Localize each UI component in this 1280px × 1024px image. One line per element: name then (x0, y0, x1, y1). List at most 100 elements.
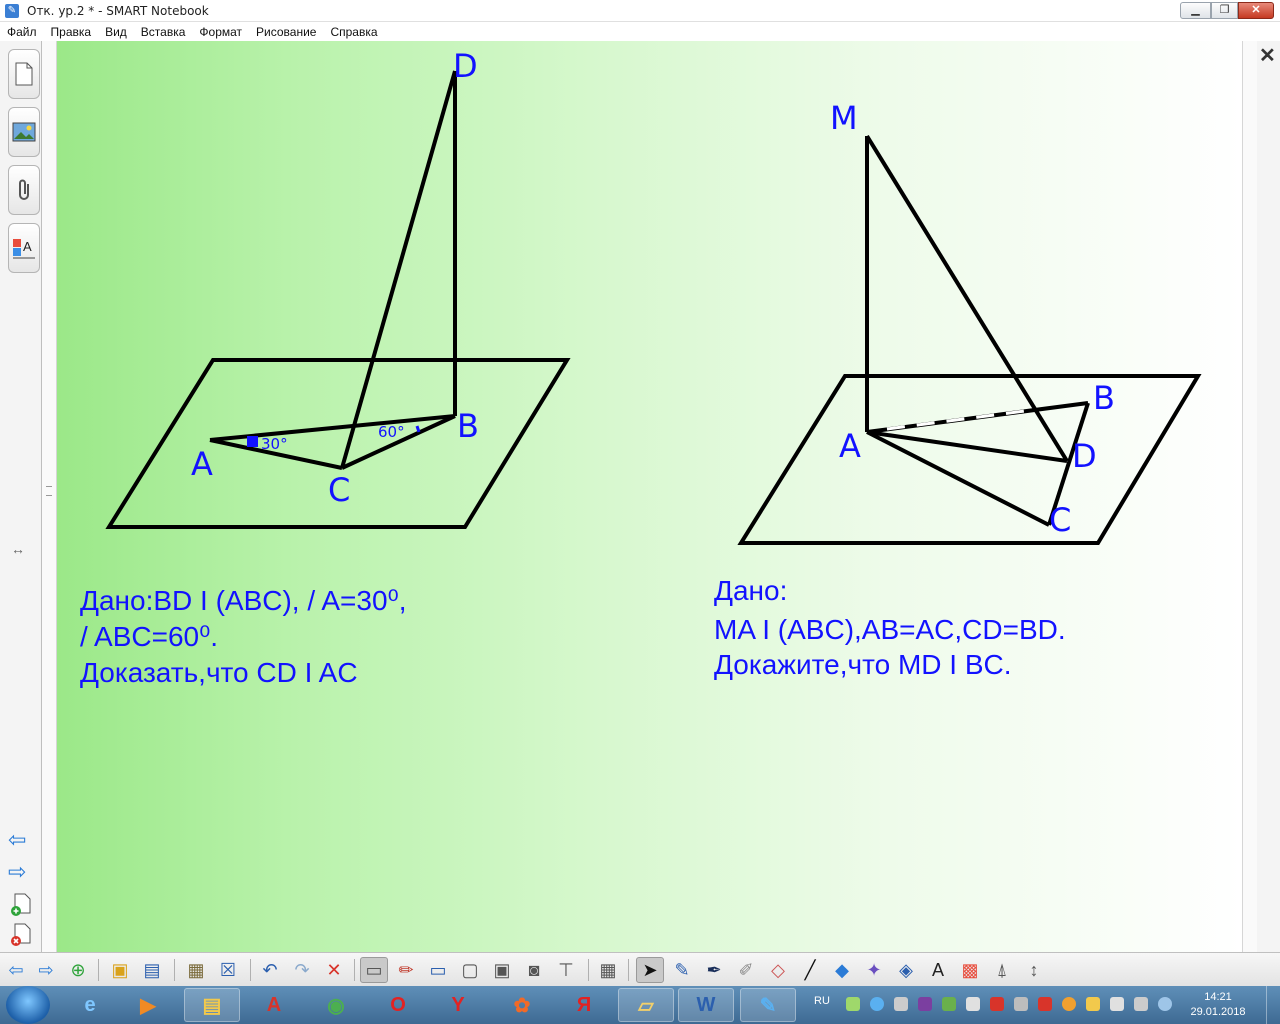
capture-icon[interactable]: ⊤ (552, 957, 580, 983)
scroll-grip (46, 486, 52, 496)
notebook-page-canvas[interactable]: D A B C 30° 60° Дано:BD I (ABC), / A=30⁰… (57, 41, 1242, 952)
menu-file[interactable]: Файл (0, 25, 44, 39)
minimize-button[interactable]: ▁ (1180, 2, 1211, 19)
left-scrollbar[interactable] (42, 41, 57, 952)
properties-icon[interactable]: ▩ (956, 957, 984, 983)
tray-flag-icon[interactable] (1038, 997, 1052, 1011)
close-pane-icon[interactable]: ✕ (1259, 43, 1276, 68)
media-app-icon[interactable]: ✿ (494, 988, 550, 1022)
menu-insert[interactable]: Вставка (134, 25, 193, 39)
figure2-segments (865, 134, 1090, 527)
keyboard-language[interactable]: RU (814, 995, 830, 1007)
move-toolbar-icon[interactable]: ↕ (1020, 957, 1048, 983)
tray-device-icon[interactable] (1014, 997, 1028, 1011)
maximize-button[interactable]: ❐ (1211, 2, 1238, 19)
new-page-icon[interactable]: ⊕ (64, 957, 92, 983)
menu-edit[interactable]: Правка (44, 25, 99, 39)
figure2-given-line: MA I (ABC),AB=AC,CD=BD. (714, 614, 1066, 645)
page-sorter-tab[interactable] (8, 49, 40, 99)
gallery-icon (12, 122, 36, 142)
gallery-tab[interactable] (8, 107, 40, 157)
app-icon: ✎ (5, 3, 19, 18)
tray-volume-icon[interactable] (966, 997, 980, 1011)
fill-icon[interactable]: ◈ (892, 957, 920, 983)
tray-speaker-icon[interactable] (1110, 997, 1124, 1011)
pdf-reader-icon[interactable]: A (246, 988, 302, 1022)
tray-keyboard-icon[interactable] (1134, 997, 1148, 1011)
figure1-label-b: B (457, 407, 479, 445)
tray-monitor-icon[interactable] (894, 997, 908, 1011)
figure1-given-line1: Дано:BD I (ABC), / A=30⁰, (80, 585, 407, 616)
camera-icon[interactable]: ◙ (520, 957, 548, 983)
next-page-icon[interactable]: ⇨ (8, 859, 26, 885)
tray-network-icon[interactable] (846, 997, 860, 1011)
back-icon[interactable]: ⇦ (2, 957, 30, 983)
delete-page-icon[interactable] (10, 923, 32, 952)
forward-icon[interactable]: ⇨ (32, 957, 60, 983)
tray-globe-icon[interactable] (1158, 997, 1172, 1011)
tray-app-icon[interactable] (870, 997, 884, 1011)
close-button[interactable]: ✕ (1238, 2, 1274, 19)
tray-onenote-icon[interactable] (918, 997, 932, 1011)
screen-shade-icon[interactable]: ▭ (360, 957, 388, 983)
yandex-browser-icon[interactable]: Y (430, 988, 486, 1022)
clock-time: 14:21 (1204, 991, 1232, 1003)
line-icon[interactable]: ╱ (796, 957, 824, 983)
creative-pen-icon[interactable]: ✒ (700, 957, 728, 983)
eraser-icon[interactable]: ◇ (764, 957, 792, 983)
redo-icon[interactable]: ↷ (288, 957, 316, 983)
show-desktop-button[interactable] (1266, 986, 1280, 1024)
paste-icon[interactable]: ▦ (182, 957, 210, 983)
properties-tab[interactable]: A (8, 223, 40, 273)
text-icon[interactable]: A (924, 957, 952, 983)
yandex-icon[interactable]: Я (556, 988, 612, 1022)
tray-security-icon[interactable] (990, 997, 1004, 1011)
window-title: Отк. ур.2 * - SMART Notebook (27, 3, 209, 18)
measurement-icon[interactable]: ⍋ (988, 957, 1016, 983)
chrome-icon[interactable]: ◉ (308, 988, 364, 1022)
resize-handle-icon[interactable]: ↔ (11, 541, 25, 557)
side-tabs-panel: A ↔ ⇦ ⇨ (0, 41, 42, 952)
presentation-icon[interactable]: ▣ (488, 957, 516, 983)
explorer-icon[interactable]: ▤ (184, 988, 240, 1022)
notebook-files-icon[interactable]: ▱ (618, 988, 674, 1022)
select-pointer-icon[interactable]: ➤ (636, 957, 664, 983)
menu-draw[interactable]: Рисование (249, 25, 323, 39)
clear-icon[interactable]: ✕ (320, 957, 348, 983)
media-player-icon[interactable]: ▶ (120, 988, 176, 1022)
figure1-angle-b-value: 60° (378, 423, 405, 441)
blank-screen-icon[interactable]: ▢ (456, 957, 484, 983)
previous-page-icon[interactable]: ⇦ (8, 827, 26, 853)
menu-view[interactable]: Вид (98, 25, 134, 39)
figure2-given-title: Дано: (714, 575, 788, 606)
undo-icon[interactable]: ↶ (256, 957, 284, 983)
opera-icon[interactable]: O (370, 988, 426, 1022)
delete-object-icon[interactable]: ☒ (214, 957, 242, 983)
tray-update-icon[interactable] (1062, 997, 1076, 1011)
title-bar[interactable]: ✎ Отк. ур.2 * - SMART Notebook ▁ ❐ ✕ (0, 0, 1280, 22)
pens-icon[interactable]: ✏ (392, 957, 420, 983)
attachments-tab[interactable] (8, 165, 40, 215)
display-icon[interactable]: ▭ (424, 957, 452, 983)
tray-warning-icon[interactable] (1086, 997, 1100, 1011)
smart-notebook-task-icon[interactable]: ✎ (740, 988, 796, 1022)
menu-format[interactable]: Формат (192, 25, 249, 39)
figure1-given-line2: / ABC=60⁰. (80, 621, 219, 652)
internet-explorer-icon[interactable]: e (62, 988, 118, 1022)
figure1-label-c: C (328, 471, 351, 509)
right-scrollbar[interactable] (1242, 41, 1257, 952)
add-page-icon[interactable] (10, 893, 32, 922)
geometry-drawings (105, 70, 1202, 545)
tray-battery-icon[interactable] (942, 997, 956, 1011)
clock[interactable]: 14:21 29.01.2018 (1190, 990, 1246, 1020)
table-icon[interactable]: ▦ (594, 957, 622, 983)
shapes-icon[interactable]: ◆ (828, 957, 856, 983)
save-icon[interactable]: ▤ (138, 957, 166, 983)
highlighter-icon[interactable]: ✐ (732, 957, 760, 983)
magic-pen-icon[interactable]: ✦ (860, 957, 888, 983)
open-folder-icon[interactable]: ▣ (106, 957, 134, 983)
pen-icon[interactable]: ✎ (668, 957, 696, 983)
menu-help[interactable]: Справка (323, 25, 384, 39)
start-button[interactable] (6, 986, 50, 1024)
word-icon[interactable]: W (678, 988, 734, 1022)
